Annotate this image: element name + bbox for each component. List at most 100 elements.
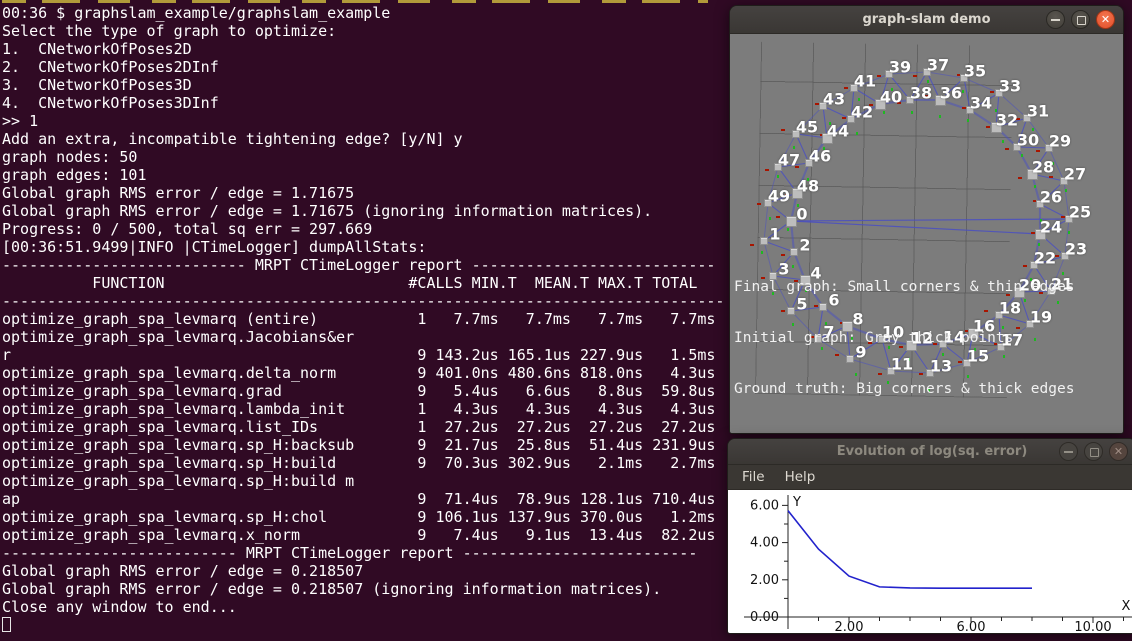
- graph-window-titlebar[interactable]: graph-slam demo: [730, 6, 1123, 34]
- final-dot-green: [1021, 154, 1023, 157]
- tick-label: 4.00: [750, 536, 779, 551]
- groundtruth-dot-red: [1018, 177, 1022, 179]
- graph-node-label: 40: [880, 88, 902, 107]
- graph-node-label: 36: [940, 84, 962, 103]
- final-dot-green: [1065, 189, 1067, 192]
- graph-node[interactable]: [786, 216, 797, 227]
- graph-node-label: 46: [809, 147, 831, 166]
- final-dot-green: [1068, 231, 1070, 234]
- graph-node-label: 42: [851, 103, 873, 122]
- terminal-line: [00:36:51.9499|INFO |CTimeLogger] dumpAl…: [2, 238, 728, 256]
- window-controls: [1046, 10, 1115, 29]
- close-button[interactable]: [1109, 442, 1128, 461]
- terminal-line: graph edges: 101: [2, 166, 728, 184]
- graph-node-label: 32: [996, 111, 1018, 130]
- terminal-output[interactable]: 00:36 $ graphslam_example/graphslam_exam…: [2, 4, 728, 616]
- 3d-graph-viewport[interactable]: Final graph: Small corners & thin edges …: [730, 34, 1123, 433]
- final-dot-green: [787, 228, 789, 231]
- graph-node-label: 26: [1040, 188, 1062, 207]
- minimize-button[interactable]: [1059, 442, 1078, 461]
- graph-node-label: 25: [1069, 203, 1091, 222]
- final-dot-green: [769, 217, 771, 220]
- error-plot-svg: 6.004.002.000.002.006.0010.00YX: [728, 490, 1132, 633]
- maximize-button[interactable]: [1084, 442, 1103, 461]
- terminal-line: r 9 143.2us 165.1us 227.9us 1.5ms: [2, 346, 728, 364]
- terminal-line: 3. CNetworkOfPoses3D: [2, 76, 728, 94]
- final-dot-green: [911, 111, 913, 114]
- window-controls: [1059, 442, 1128, 461]
- graph-node-label: 0: [796, 205, 807, 224]
- graph-node-label: 44: [827, 122, 849, 141]
- terminal-line: -------------------------- MRPT CTimeLog…: [2, 544, 728, 562]
- graph-node-label: 39: [889, 58, 911, 77]
- final-dot-green: [883, 111, 885, 114]
- groundtruth-dot-red: [842, 117, 846, 119]
- graph-node-label: 30: [1017, 131, 1039, 150]
- menu-help[interactable]: Help: [777, 467, 824, 487]
- tick-label: 2.00: [750, 573, 779, 588]
- terminal-line: optimize_graph_spa_levmarq (entire) 1 7.…: [2, 310, 728, 328]
- terminal-line: optimize_graph_spa_levmarq.sp_H:chol 9 1…: [2, 508, 728, 526]
- final-dot-green: [793, 146, 795, 149]
- terminal-line: optimize_graph_spa_levmarq.sp_H:backsub …: [2, 436, 728, 454]
- legend-line-final: Final graph: Small corners & thin edges: [734, 279, 1074, 296]
- terminal-line: optimize_graph_spa_levmarq.delta_norm 9 …: [2, 364, 728, 382]
- final-dot-green: [858, 98, 860, 101]
- terminal-line: Global graph RMS error / edge = 1.71675 …: [2, 202, 728, 220]
- graph-node-label: 24: [1040, 218, 1062, 237]
- error-evolution-window: Evolution of log(sq. error) File Help 6.…: [727, 438, 1132, 634]
- graph-node[interactable]: [760, 237, 768, 245]
- graph-node-label: 35: [964, 62, 986, 81]
- graph-node-label: 47: [778, 151, 800, 170]
- groundtruth-dot-red: [1005, 148, 1009, 150]
- desktop: 00:36 $ graphslam_example/graphslam_exam…: [0, 0, 1132, 641]
- groundtruth-dot-red: [781, 129, 785, 131]
- terminal-line: optimize_graph_spa_levmarq.list_IDs 1 27…: [2, 418, 728, 436]
- terminal-line: 2. CNetworkOfPoses2DInf: [2, 58, 728, 76]
- error-window-titlebar[interactable]: Evolution of log(sq. error): [728, 439, 1132, 465]
- graph-node-label: 43: [823, 90, 845, 109]
- groundtruth-dot-red: [776, 216, 780, 218]
- groundtruth-dot-red: [877, 75, 881, 77]
- terminal-line: --------------------------- MRPT CTimeLo…: [2, 256, 728, 274]
- terminal-line: optimize_graph_spa_levmarq.Jacobians&er: [2, 328, 728, 346]
- terminal-line: Close any window to end...: [2, 598, 728, 616]
- groundtruth-dot-red: [1036, 150, 1040, 152]
- groundtruth-dot-red: [757, 203, 761, 205]
- graph-node-label: 37: [927, 56, 949, 75]
- minimize-button[interactable]: [1046, 10, 1065, 29]
- menu-file[interactable]: File: [734, 467, 773, 487]
- maximize-button[interactable]: [1071, 10, 1090, 29]
- error-plot-area[interactable]: 6.004.002.000.002.006.0010.00YX: [728, 490, 1132, 633]
- final-dot-green: [1034, 185, 1036, 188]
- graph-node-label: 1: [769, 225, 780, 244]
- final-dot-green: [777, 175, 779, 178]
- terminal-line: optimize_graph_spa_levmarq.lambda_init 1…: [2, 400, 728, 418]
- legend-line-initial: Initial graph: Gray thick points.: [734, 330, 1074, 347]
- terminal-line: graph nodes: 50: [2, 148, 728, 166]
- terminal-line: optimize_graph_spa_levmarq.sp_H:build 9 …: [2, 454, 728, 472]
- terminal-line: ----------------------------------------…: [2, 292, 728, 310]
- terminal-line: optimize_graph_spa_levmarq.sp_H:build m: [2, 472, 728, 490]
- groundtruth-dot-red: [913, 75, 917, 77]
- terminal-line: 00:36 $ graphslam_example/graphslam_exam…: [2, 4, 728, 22]
- graph-node-label: 34: [970, 94, 992, 113]
- graph-node-label: 27: [1064, 165, 1086, 184]
- terminal-cursor: [2, 617, 11, 632]
- groundtruth-dot-red: [765, 169, 769, 171]
- terminal-line: Progress: 0 / 500, total sq err = 297.66…: [2, 220, 728, 238]
- tick-label: 6.00: [750, 498, 779, 513]
- tick-label: X: [1122, 599, 1131, 614]
- close-button[interactable]: [1096, 10, 1115, 29]
- graph-node-label: 48: [797, 177, 819, 196]
- terminal-line: FUNCTION #CALLS MIN.T MEAN.T MAX.T TOTAL: [2, 274, 728, 292]
- graph-node-label: 29: [1049, 132, 1071, 151]
- menubar: File Help: [728, 465, 1132, 490]
- graph-node-label: 38: [910, 84, 932, 103]
- graph-slam-demo-window: graph-slam demo Final graph: Small corne…: [729, 5, 1124, 434]
- terminal-line: 1. CNetworkOfPoses2D: [2, 40, 728, 58]
- final-dot-green: [939, 115, 941, 118]
- final-dot-green: [967, 119, 969, 122]
- graph-node-label: 33: [999, 77, 1021, 96]
- graph-node-label: 31: [1027, 102, 1049, 121]
